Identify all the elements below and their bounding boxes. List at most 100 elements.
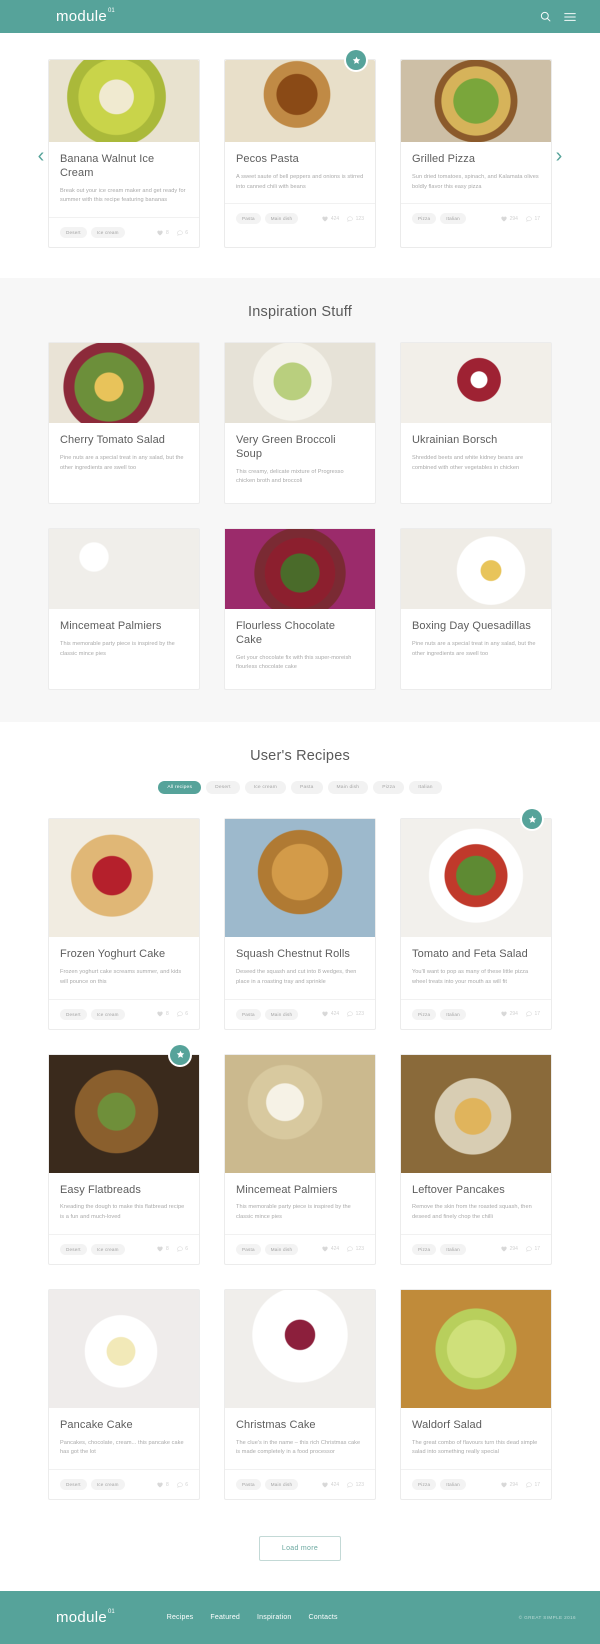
like-count-value: 8 [165,1481,169,1488]
card-body: Leftover Pancakes Remove the skin from t… [401,1173,551,1223]
comment-count: 6 [176,1482,188,1488]
tag-pill[interactable]: Desert [60,1243,87,1255]
tag-pill[interactable]: Desert [60,1479,87,1491]
card-stats: 424 123 [322,1482,364,1488]
inspiration-card[interactable]: Cherry Tomato Salad Pine nuts are a spec… [48,342,200,505]
filter-pill[interactable]: Desert [206,781,240,795]
like-count: 8 [157,230,169,236]
inspiration-description: This memorable party piece is inspired b… [60,640,175,657]
inspiration-card-body: Boxing Day Quesadillas Pine nuts are a s… [401,609,551,675]
logo-text: module [56,8,107,25]
filter-pill[interactable]: Ice cream [244,781,286,795]
tag-pill[interactable]: Pasta [236,213,261,225]
tag-pill[interactable]: Main dish [264,1008,299,1020]
card-body: Tomato and Feta Salad You'll want to pop… [401,937,551,987]
tag-pill[interactable]: Italian [440,213,466,225]
inspiration-description: Pine nuts are a special treat in any sal… [60,454,184,471]
recipe-card[interactable]: Pancake Cake Pancakes, chocolate, cream.… [48,1288,200,1501]
site-logo[interactable]: module01 [56,8,115,25]
recipe-title: Squash Chestnut Rolls [236,948,350,961]
recipe-image [401,819,551,938]
recipe-card[interactable]: Grilled Pizza Sun dried tomatoes, spinac… [400,59,552,249]
recipe-card[interactable]: Christmas Cake The clue's in the name – … [224,1288,376,1501]
footer-link[interactable]: Recipes [167,1614,194,1621]
filter-pill[interactable]: Main dish [327,781,369,795]
footer-link[interactable]: Contacts [309,1614,338,1621]
comment-count: 6 [176,1011,188,1017]
tag-pill[interactable]: Italian [440,1479,466,1491]
recipe-card[interactable]: Waldorf Salad The great combo of flavour… [400,1288,552,1501]
tag-pill[interactable]: Ice cream [90,1008,125,1020]
recipe-image [225,819,375,938]
recipe-card[interactable]: Pecos Pasta A sweet saute of bell pepper… [224,50,376,249]
user-recipes-section: User's Recipes All recipes Desert Ice crea… [0,722,600,1592]
card-footer: Pizza Italian 294 17 [401,1469,551,1499]
footer-link[interactable]: Inspiration [257,1614,292,1621]
tag-list: Pizza Italian [412,213,466,225]
tag-pill[interactable]: Desert [60,1008,87,1020]
recipe-title: Easy Flatbreads [60,1183,141,1196]
recipe-card[interactable]: Frozen Yoghurt Cake Frozen yoghurt cake … [48,818,200,1030]
recipe-title: Frozen Yoghurt Cake [60,948,166,961]
inspiration-image [401,343,551,424]
inspiration-card[interactable]: Boxing Day Quesadillas Pine nuts are a s… [400,528,552,691]
tag-pill[interactable]: Ice cream [90,1479,125,1491]
inspiration-title: Cherry Tomato Salad [60,434,166,447]
search-icon[interactable] [540,11,551,22]
footer-logo[interactable]: module01 [56,1609,115,1626]
like-count-value: 8 [165,1011,169,1017]
card-footer: Desert Ice cream 8 6 [49,1469,199,1499]
inspiration-card-body: Cherry Tomato Salad Pine nuts are a spec… [49,423,199,489]
recipe-image [401,1289,551,1408]
filter-pill[interactable]: Pizza [373,781,405,795]
tag-pill[interactable]: Ice cream [90,1243,125,1255]
recipe-card[interactable]: Tomato and Feta Salad You'll want to pop… [400,809,552,1030]
recipe-card[interactable]: Mincemeat Palmiers This memorable party … [224,1053,376,1265]
recipe-card[interactable]: Leftover Pancakes Remove the skin from t… [400,1053,552,1265]
inspiration-card[interactable]: Flourless Chocolate Cake Get your chocol… [224,528,376,691]
like-count: 8 [157,1246,169,1252]
tag-pill[interactable]: Desert [60,227,87,239]
tag-pill[interactable]: Main dish [264,213,299,225]
footer-nav: Recipes Featured Inspiration Contacts [167,1614,338,1621]
tag-pill[interactable]: Italian [440,1008,466,1020]
inspiration-card[interactable]: Mincemeat Palmiers This memorable party … [48,528,200,691]
recipe-image [225,60,375,142]
comment-count-value: 123 [355,1481,364,1488]
inspiration-description: Shredded beets and white kidney beans ar… [412,454,524,471]
recipe-card[interactable]: Squash Chestnut Rolls Deseed the squash … [224,818,376,1030]
featured-star-icon [346,50,366,70]
recipe-card[interactable]: Easy Flatbreads Kneading the dough to ma… [48,1044,200,1265]
tag-pill[interactable]: Pizza [412,1243,437,1255]
tag-pill[interactable]: Pizza [412,1479,437,1491]
tag-pill[interactable]: Pasta [236,1243,261,1255]
card-image-holder [225,1289,375,1408]
tag-pill[interactable]: Main dish [264,1243,299,1255]
inspiration-card[interactable]: Ukrainian Borsch Shredded beets and whit… [400,342,552,505]
inspiration-title: Flourless Chocolate Cake [236,620,336,646]
card-stats: 8 6 [157,230,188,236]
tag-list: Desert Ice cream [60,1479,125,1491]
filter-pill[interactable]: All recipes [158,781,202,795]
footer-link[interactable]: Featured [210,1614,240,1621]
recipe-card[interactable]: Banana Walnut Ice Cream Break out your i… [48,59,200,249]
like-count: 424 [322,216,339,222]
filter-pill[interactable]: Pasta [290,781,323,795]
inspiration-card[interactable]: Very Green Broccoli Soup This creamy, de… [224,342,376,505]
tag-pill[interactable]: Main dish [264,1479,299,1491]
tag-pill[interactable]: Pasta [236,1008,261,1020]
hamburger-menu-icon[interactable] [564,12,576,22]
tag-pill[interactable]: Ice cream [90,227,125,239]
tag-pill[interactable]: Italian [440,1243,466,1255]
inspiration-description: Pine nuts are a special treat in any sal… [412,640,536,657]
inspiration-title: Very Green Broccoli Soup [236,434,336,460]
tag-list: Pasta Main dish [236,1008,299,1020]
recipe-description: Deseed the squash and cut into 8 wedges,… [236,968,357,985]
tag-pill[interactable]: Pizza [412,1008,437,1020]
filter-pill[interactable]: Italian [409,781,442,795]
recipe-image [49,60,199,142]
tag-pill[interactable]: Pasta [236,1479,261,1491]
load-more-button[interactable]: Load more [258,1536,342,1562]
tag-pill[interactable]: Pizza [412,213,437,225]
recipe-image [49,1054,199,1173]
